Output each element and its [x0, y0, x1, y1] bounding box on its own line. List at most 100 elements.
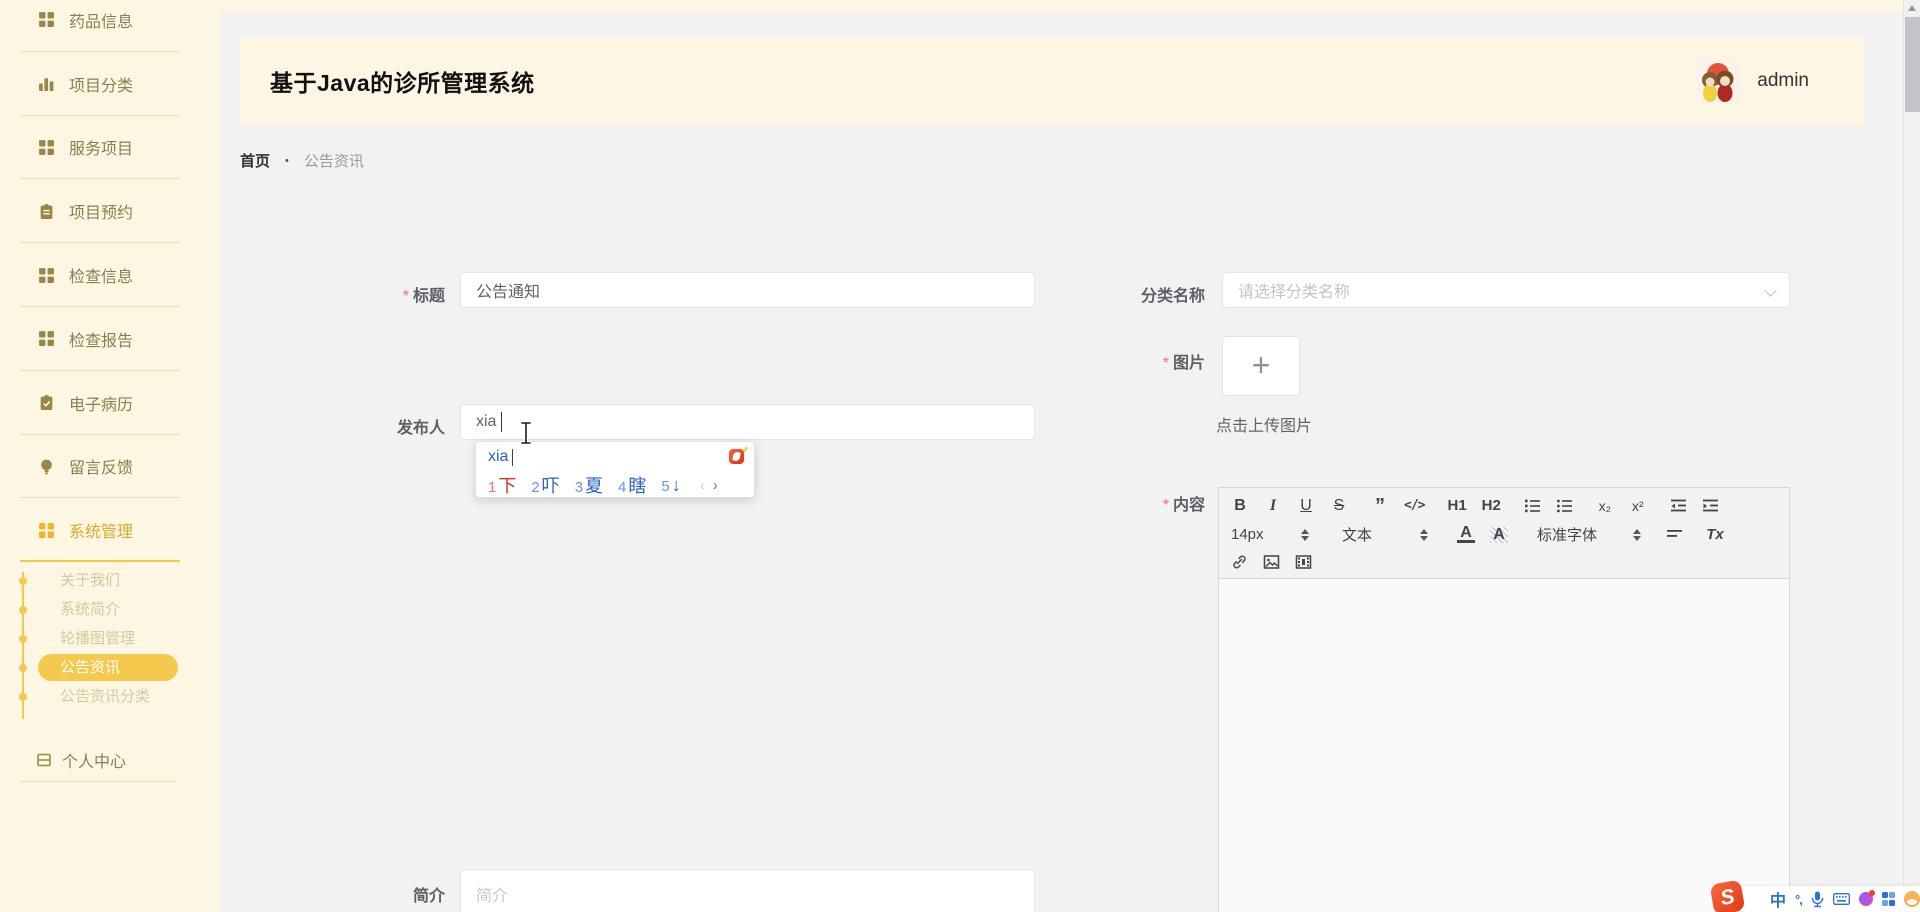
ime-candidate[interactable]: 4 瞎: [618, 472, 646, 498]
sogou-logo-icon[interactable]: S: [1710, 880, 1746, 912]
align-button[interactable]: [1666, 527, 1683, 543]
italic-button[interactable]: I: [1264, 497, 1282, 515]
code-block-button[interactable]: </>: [1404, 497, 1424, 515]
clipboard-check-icon: [38, 394, 55, 411]
microphone-icon[interactable]: [1811, 891, 1824, 908]
highlight-color-button[interactable]: A: [1490, 527, 1508, 543]
scrollbar-up-arrow[interactable]: [1908, 5, 1916, 11]
text-color-button[interactable]: A: [1457, 526, 1475, 543]
title-input[interactable]: [460, 272, 1035, 308]
avatar[interactable]: [1695, 58, 1741, 104]
subitem-label: 轮播图管理: [60, 630, 135, 647]
image-button[interactable]: [1263, 554, 1280, 570]
grid-icon: [38, 11, 55, 28]
candidate-text: ↓: [672, 475, 681, 496]
font-family-select[interactable]: 标准字体: [1537, 524, 1641, 545]
ime-next-page-button[interactable]: ›: [713, 477, 718, 494]
intro-field-label: 简介: [220, 882, 445, 906]
bold-button[interactable]: B: [1231, 497, 1249, 515]
publisher-input[interactable]: [460, 404, 1035, 440]
underline-button[interactable]: U: [1297, 497, 1315, 515]
editor-content-area[interactable]: [1219, 579, 1789, 912]
grid-icon: [38, 330, 55, 347]
rich-text-editor: B I U S ” </> H1 H2 x₂ x²: [1218, 487, 1790, 912]
sidebar-subitem-about-us[interactable]: 关于我们: [0, 566, 220, 595]
sidebar-item-medical-record[interactable]: 电子病历: [0, 371, 220, 435]
personal-center-label: 个人中心: [62, 748, 126, 772]
sidebar-item-check-info[interactable]: 检查信息: [0, 243, 220, 307]
ime-candidate[interactable]: 5 ↓: [661, 475, 680, 496]
sidebar-item-project-reservation[interactable]: 项目预约: [0, 179, 220, 243]
sidebar-item-label: 项目分类: [69, 72, 133, 96]
outdent-button[interactable]: [1670, 498, 1687, 514]
ime-candidate[interactable]: 3 夏: [575, 472, 603, 498]
category-field-label: 分类名称: [980, 282, 1205, 306]
ime-candidate[interactable]: 2 吓: [531, 472, 559, 498]
ime-toolbox-icon[interactable]: [1882, 892, 1896, 906]
clear-format-button[interactable]: Tx: [1706, 526, 1724, 544]
sidebar-item-system-management[interactable]: 系统管理: [0, 498, 220, 562]
sidebar-submenu: 关于我们 系统简介 轮播图管理 公告资讯 公告资讯分类: [0, 566, 220, 711]
sidebar-item-feedback[interactable]: 留言反馈: [0, 435, 220, 499]
sidebar-item-project-category[interactable]: 项目分类: [0, 52, 220, 116]
category-select[interactable]: 请选择分类名称: [1222, 272, 1790, 308]
sidebar-menu: 药品信息 项目分类 服务项目 项目预约: [0, 0, 220, 562]
ime-pager: ‹ ›: [700, 477, 718, 494]
keyboard-icon[interactable]: [1833, 893, 1850, 905]
emoji-icon[interactable]: [1904, 891, 1920, 907]
ime-language-mode[interactable]: 中: [1770, 887, 1786, 911]
superscript-button[interactable]: x²: [1629, 497, 1647, 515]
updown-arrows-icon: [1420, 529, 1428, 541]
required-asterisk: *: [1163, 497, 1169, 514]
sidebar-subitem-carousel-management[interactable]: 轮播图管理: [0, 624, 220, 653]
candidate-text: 下: [498, 472, 516, 498]
chevron-down-icon: [1764, 284, 1777, 297]
sidebar-item-personal-center[interactable]: 个人中心: [0, 738, 220, 782]
subscript-button[interactable]: x₂: [1596, 497, 1614, 515]
ime-punctuation-icon[interactable]: °,: [1795, 892, 1802, 907]
text-style-value: 文本: [1342, 524, 1372, 545]
clinic-admin-screen: 药品信息 项目分类 服务项目 项目预约: [0, 0, 1920, 912]
sidebar-item-label: 检查信息: [69, 263, 133, 287]
breadcrumb-home-link[interactable]: 首页: [240, 150, 270, 171]
publisher-field-label: 发布人: [220, 414, 445, 438]
updown-arrows-icon: [1301, 529, 1309, 541]
strikethrough-button[interactable]: S: [1330, 497, 1348, 515]
sidebar-subitem-system-intro[interactable]: 系统简介: [0, 595, 220, 624]
ime-skin-icon[interactable]: [1859, 892, 1873, 906]
image-upload-box[interactable]: +: [1222, 336, 1300, 396]
subitem-label: 公告资讯: [60, 659, 120, 676]
sogou-logo-icon: [729, 449, 744, 464]
sidebar-subitem-announcement[interactable]: 公告资讯: [38, 654, 178, 681]
intro-textarea[interactable]: [460, 869, 1035, 912]
sidebar-item-medicine-info[interactable]: 药品信息: [0, 0, 220, 52]
ordered-list-button[interactable]: [1524, 498, 1541, 514]
ime-prev-page-button[interactable]: ‹: [700, 477, 705, 494]
link-button[interactable]: [1231, 554, 1248, 570]
font-size-value: 14px: [1231, 526, 1264, 543]
sidebar-item-label: 检查报告: [69, 327, 133, 351]
vertical-scrollbar[interactable]: [1903, 0, 1920, 912]
blockquote-button[interactable]: ”: [1371, 500, 1389, 512]
breadcrumb-separator: •: [285, 155, 289, 167]
ime-status-bar: 中 °,: [1740, 886, 1920, 912]
candidate-number: 4: [618, 479, 626, 496]
user-menu[interactable]: admin: [1695, 58, 1809, 104]
video-button[interactable]: [1295, 554, 1312, 570]
indent-button[interactable]: [1702, 498, 1719, 514]
breadcrumb: 首页 • 公告资讯: [240, 150, 364, 171]
bar-chart-icon: [38, 75, 55, 92]
ime-candidate[interactable]: 1 下: [488, 472, 516, 498]
username-label: admin: [1757, 70, 1809, 92]
header2-button[interactable]: H2: [1482, 497, 1501, 515]
text-style-select[interactable]: 文本: [1342, 524, 1428, 545]
bullet-list-button[interactable]: [1556, 498, 1573, 514]
sidebar-item-label: 留言反馈: [69, 454, 133, 478]
sidebar-subitem-announcement-category[interactable]: 公告资讯分类: [0, 682, 220, 711]
plus-icon: +: [1252, 349, 1271, 381]
scrollbar-thumb[interactable]: [1905, 17, 1920, 112]
sidebar-item-service-projects[interactable]: 服务项目: [0, 116, 220, 180]
font-size-select[interactable]: 14px: [1231, 526, 1309, 543]
sidebar-item-check-report[interactable]: 检查报告: [0, 307, 220, 371]
header1-button[interactable]: H1: [1447, 497, 1466, 515]
